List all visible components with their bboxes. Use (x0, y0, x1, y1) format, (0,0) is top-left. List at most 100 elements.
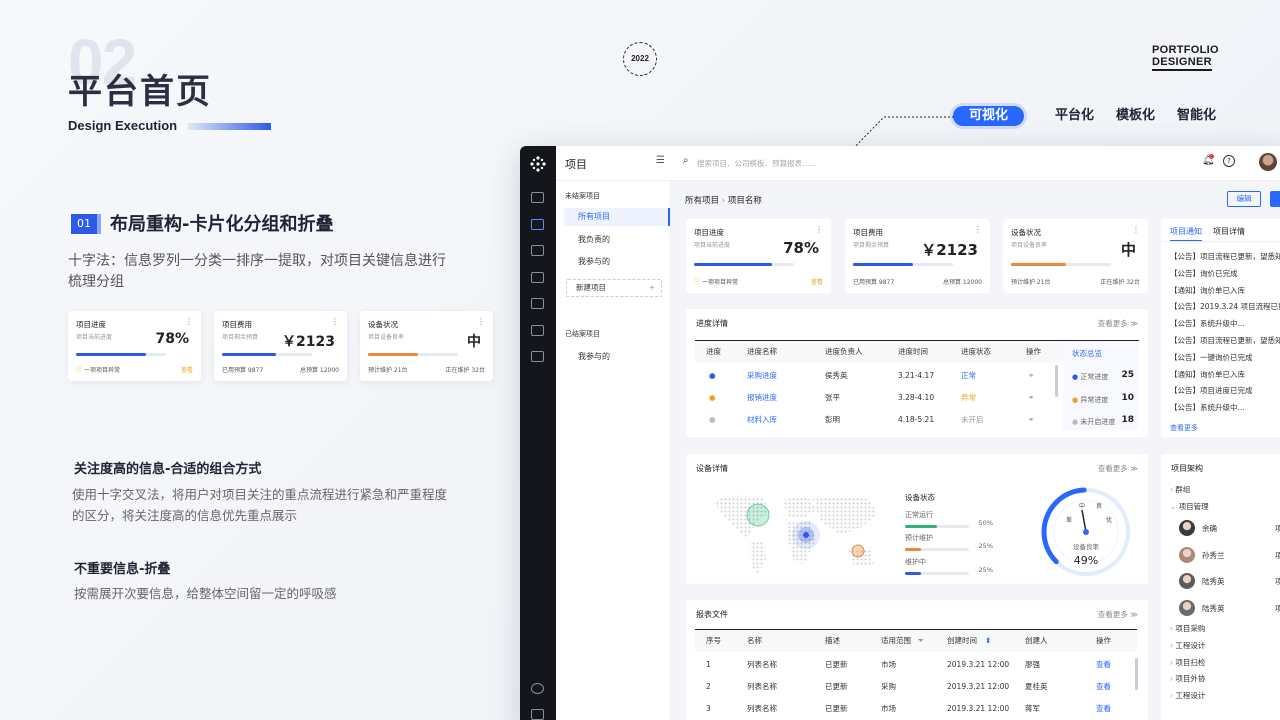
project-icon[interactable] (531, 219, 544, 230)
tree-item[interactable]: › 工程设计 (1170, 688, 1205, 705)
tag-intelligent[interactable]: 智能化 (1177, 106, 1216, 126)
nav-item-mine[interactable]: 我负责的 (564, 231, 670, 249)
printer-icon[interactable] (531, 325, 544, 336)
card-foot-left: ⓘ 一项项目异常 (694, 277, 738, 286)
org-icon[interactable] (531, 272, 544, 283)
status-fill (905, 525, 937, 528)
member-row[interactable]: 陆秀英 项目 (1179, 596, 1280, 623)
top-bar: 项目 ☰ ⌕ 搜索项目、公司模板、预算报表…… 🔔︎ ? (556, 146, 1280, 181)
notice-item[interactable]: 【公告】一键询价已完成 (1170, 350, 1280, 367)
calendar-icon[interactable] (531, 298, 544, 309)
tab-project-notice[interactable]: 项目通知 (1170, 226, 1202, 242)
more-icon[interactable]: ⋮ (1132, 225, 1140, 234)
notice-item[interactable]: 【通知】询价单已入库 (1170, 283, 1280, 300)
more-icon[interactable]: ⋮ (185, 317, 193, 326)
app-logo-icon[interactable] (529, 155, 547, 173)
gauge-caption: 设备良率 (1073, 542, 1100, 551)
card-subtitle: 项目剩余预算 (853, 242, 890, 249)
nav-item-finished-joined[interactable]: 我参与的 (564, 348, 670, 366)
search-input[interactable]: 搜索项目、公司模板、预算报表…… (697, 158, 817, 169)
logo-line1: PORTFOLIO (1152, 44, 1219, 56)
view-more-link[interactable]: 查看更多 ≫ (1098, 318, 1138, 329)
help-icon[interactable]: ? (1223, 155, 1235, 167)
gauge-label: 差 (1066, 516, 1072, 524)
tree-item[interactable]: › 工程设计 (1170, 638, 1205, 655)
tree-item[interactable]: › 项目采购 (1170, 621, 1205, 638)
notice-item[interactable]: 【公告】系统升级中... (1170, 400, 1280, 417)
col-header: 操作 (1026, 347, 1041, 356)
dashboard-icon[interactable] (531, 192, 544, 203)
table-row[interactable]: ● 报销进度 张平 3.28-4.10 异常 ⚭ (695, 387, 1063, 409)
table-row[interactable]: ● 材料入库 彭明 4.18-5.21 未开启 ⚭ (695, 409, 1063, 431)
new-project-button[interactable]: 新建项目 + (566, 279, 662, 297)
org-panel: 项目架构 › 群组 ⌄ 项目管理 余确项目孙秀兰项目陆秀英项目陆秀英项目 › 项… (1161, 454, 1280, 720)
view-more-link[interactable]: 查看更多 (1170, 423, 1198, 433)
world-map (713, 495, 878, 576)
card-title: 项目进度 (76, 320, 106, 329)
view-link[interactable]: 查看 (1096, 698, 1111, 720)
scrollbar[interactable] (1135, 658, 1138, 690)
member-avatar (1179, 573, 1195, 589)
sort-icon[interactable]: ⬍ (985, 630, 991, 652)
notice-item[interactable]: 【公告】系统升级中... (1170, 316, 1280, 333)
more-icon[interactable]: ⋮ (974, 225, 982, 234)
progress-name[interactable]: 采购进度 (747, 365, 777, 387)
nav-item-all[interactable]: 所有项目 (564, 208, 670, 226)
tree-item[interactable]: › 群组 (1170, 484, 1190, 495)
tree-item[interactable]: ⌄ 项目管理 (1170, 501, 1209, 512)
notice-item[interactable]: 【公告】询价已完成 (1170, 266, 1280, 283)
tab-project-detail[interactable]: 项目详情 (1213, 226, 1245, 237)
notice-item[interactable]: 【公告】项目进度已完成 (1170, 383, 1280, 400)
progress-name[interactable]: 报销进度 (747, 387, 777, 409)
nav-item-joined[interactable]: 我参与的 (564, 253, 670, 271)
view-link[interactable]: 查看 (811, 277, 823, 286)
tag-platform[interactable]: 平台化 (1055, 106, 1094, 126)
member-row[interactable]: 陆秀英 项目 (1179, 569, 1280, 596)
notice-item[interactable]: 【公告】项目流程已更新，望悉知 (1170, 333, 1280, 350)
view-more-link[interactable]: 查看更多 ≫ (1098, 463, 1138, 474)
tree-item[interactable]: › 项目外协 (1170, 671, 1205, 688)
status-dot: ● (709, 371, 716, 380)
progress-fill (76, 353, 147, 356)
progress-name[interactable]: 材料入库 (747, 409, 777, 431)
tag-visualization[interactable]: 可视化 (953, 106, 1025, 126)
breadcrumb-item[interactable]: 所有项目 (685, 196, 719, 206)
link-icon[interactable]: ⚭ (1028, 409, 1034, 431)
tree-item[interactable]: › 项目扫检 (1170, 655, 1205, 672)
member-row[interactable]: 孙秀兰 项目 (1179, 543, 1280, 570)
notice-item[interactable]: 【公告】2019.3.24 项目流程已更新 (1170, 299, 1280, 316)
table-row[interactable]: 3 列表名称 已更新 市场 2019.3.21 12:00 蒋军 查看 (695, 698, 1137, 720)
edit-button[interactable]: 编辑 (1227, 191, 1261, 207)
link-icon[interactable]: ⚭ (1028, 365, 1034, 387)
filter-icon[interactable]: ⏷ (918, 630, 924, 652)
member-name: 余确 (1202, 524, 1217, 533)
scrollbar[interactable] (1055, 365, 1058, 397)
device-status-title: 设备状态 (905, 493, 935, 502)
settings-icon[interactable] (531, 683, 544, 694)
avatar[interactable] (1259, 153, 1277, 171)
tag-template[interactable]: 模板化 (1116, 106, 1155, 126)
table-row[interactable]: 1 列表名称 已更新 市场 2019.3.21 12:00 廖强 查看 (695, 654, 1137, 676)
gauge-value: 49% (1074, 554, 1098, 567)
image-icon[interactable] (531, 709, 544, 720)
member-row[interactable]: 余确 项目 (1179, 516, 1280, 543)
view-more-link[interactable]: 查看更多 ≫ (1098, 609, 1138, 620)
more-icon[interactable]: ⋮ (331, 317, 339, 326)
notice-item[interactable]: 【公告】项目流程已更新，望悉知 (1170, 249, 1280, 266)
table-row[interactable]: ● 采购进度 侯秀英 3.21-4.17 正常 ⚭ (695, 365, 1063, 387)
notice-item[interactable]: 【通知】询价单已入库 (1170, 367, 1280, 384)
view-link[interactable]: 查看 (181, 365, 193, 374)
collapse-menu-icon[interactable]: ☰ (656, 155, 665, 166)
view-link[interactable]: 查看 (1096, 654, 1111, 676)
view-link[interactable]: 查看 (1096, 676, 1111, 698)
primary-button[interactable] (1270, 191, 1280, 207)
more-icon[interactable]: ⋮ (815, 225, 823, 234)
table-row[interactable]: 2 列表名称 已更新 采购 2019.3.21 12:00 夏桂英 查看 (695, 676, 1137, 698)
more-icon[interactable]: ⋮ (477, 317, 485, 326)
message-icon[interactable] (531, 245, 544, 256)
building-icon[interactable] (531, 351, 544, 362)
nav-group-finished: 已结案项目 (565, 330, 600, 338)
progress-time: 3.21-4.17 (898, 371, 935, 380)
link-icon[interactable]: ⚭ (1028, 387, 1034, 409)
view-more-label: 查看更多 (1097, 319, 1128, 328)
